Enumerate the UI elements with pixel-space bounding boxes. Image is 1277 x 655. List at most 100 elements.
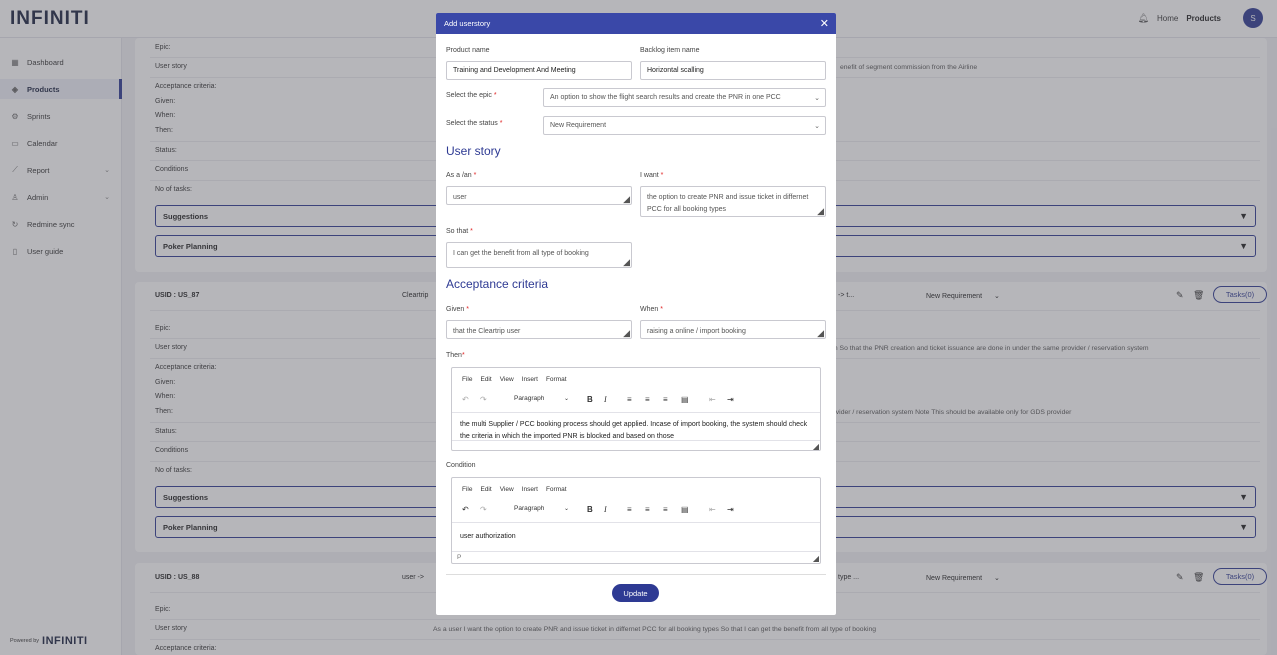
editor-divider bbox=[452, 551, 820, 552]
editor-toolbar: ↶ ↷ Paragraph ⌄ B I ≡ ≡ ≡ ▤ ⇤ ⇥ bbox=[462, 505, 817, 517]
required-marker: * bbox=[660, 172, 664, 179]
editor-toolbar: ↶ ↷ Paragraph ⌄ B I ≡ ≡ ≡ ▤ ⇤ ⇥ bbox=[462, 395, 817, 407]
chevron-down-icon: ⌄ bbox=[814, 122, 820, 130]
as-a-label-text: As a /an bbox=[446, 172, 472, 179]
align-center-icon[interactable]: ≡ bbox=[645, 505, 650, 514]
block-format-value: Paragraph bbox=[514, 505, 545, 512]
indent-icon[interactable]: ⇥ bbox=[727, 395, 734, 404]
menu-view[interactable]: View bbox=[500, 376, 514, 383]
redo-icon[interactable]: ↷ bbox=[480, 505, 487, 514]
outdent-icon[interactable]: ⇤ bbox=[709, 395, 716, 404]
as-a-textarea[interactable]: user ◢ bbox=[446, 186, 632, 205]
menu-edit[interactable]: Edit bbox=[480, 376, 491, 383]
epic-select[interactable]: An option to show the flight search resu… bbox=[543, 88, 826, 107]
editor-menubar: File Edit View Insert Format bbox=[462, 486, 567, 493]
menu-view[interactable]: View bbox=[500, 486, 514, 493]
bold-icon[interactable]: B bbox=[587, 395, 593, 404]
given-textarea[interactable]: that the Cleartrip user ◢ bbox=[446, 320, 632, 339]
when-label-text: When bbox=[640, 306, 659, 313]
update-button[interactable]: Update bbox=[612, 584, 659, 602]
then-label: Then* bbox=[446, 352, 465, 359]
status-select-value: New Requirement bbox=[550, 122, 607, 129]
backlog-item-label: Backlog item name bbox=[640, 47, 700, 54]
backlog-item-field[interactable]: Horizontal scalling bbox=[640, 61, 826, 80]
undo-icon[interactable]: ↶ bbox=[462, 395, 469, 404]
status-select[interactable]: New Requirement ⌄ bbox=[543, 116, 826, 135]
italic-icon[interactable]: I bbox=[604, 505, 607, 514]
align-left-icon[interactable]: ≡ bbox=[627, 395, 632, 404]
menu-insert[interactable]: Insert bbox=[522, 486, 538, 493]
modal-title: Add userstory bbox=[444, 19, 491, 28]
editor-divider bbox=[452, 522, 820, 523]
when-label: When * bbox=[640, 306, 663, 313]
menu-insert[interactable]: Insert bbox=[522, 376, 538, 383]
given-label: Given * bbox=[446, 306, 469, 313]
outdent-icon[interactable]: ⇤ bbox=[709, 505, 716, 514]
required-marker: * bbox=[466, 306, 469, 313]
chevron-down-icon: ⌄ bbox=[814, 94, 820, 102]
editor-statusbar-path: P bbox=[457, 554, 462, 561]
close-icon[interactable]: ✕ bbox=[820, 17, 829, 30]
block-format-select[interactable]: Paragraph ⌄ bbox=[508, 395, 572, 407]
menu-format[interactable]: Format bbox=[546, 486, 567, 493]
then-editor-content[interactable]: the multi Supplier / PCC booking process… bbox=[460, 419, 810, 442]
as-a-value: user bbox=[453, 194, 467, 201]
when-value: raising a online / import booking bbox=[647, 328, 746, 335]
modal-header: Add userstory ✕ bbox=[436, 13, 836, 34]
given-label-text: Given bbox=[446, 306, 465, 313]
resize-handle-icon[interactable]: ◢ bbox=[623, 258, 630, 267]
given-value: that the Cleartrip user bbox=[453, 328, 521, 335]
required-marker: * bbox=[660, 306, 663, 313]
align-justify-icon[interactable]: ▤ bbox=[681, 395, 689, 404]
editor-menubar: File Edit View Insert Format bbox=[462, 376, 567, 383]
resize-handle-icon[interactable]: ◢ bbox=[817, 207, 824, 216]
resize-handle-icon[interactable]: ◢ bbox=[813, 442, 819, 451]
condition-editor-content[interactable]: user authorization bbox=[460, 531, 810, 544]
required-marker: * bbox=[499, 120, 503, 127]
align-left-icon[interactable]: ≡ bbox=[627, 505, 632, 514]
required-marker: * bbox=[461, 352, 465, 359]
i-want-textarea[interactable]: the option to create PNR and issue ticke… bbox=[640, 186, 826, 217]
when-textarea[interactable]: raising a online / import booking ◢ bbox=[640, 320, 826, 339]
redo-icon[interactable]: ↷ bbox=[480, 395, 487, 404]
block-format-value: Paragraph bbox=[514, 395, 545, 402]
indent-icon[interactable]: ⇥ bbox=[727, 505, 734, 514]
so-that-label-text: So that bbox=[446, 228, 469, 235]
resize-handle-icon[interactable]: ◢ bbox=[623, 195, 630, 204]
menu-edit[interactable]: Edit bbox=[480, 486, 491, 493]
condition-rich-editor: File Edit View Insert Format ↶ ↷ Paragra… bbox=[451, 477, 821, 564]
required-marker: * bbox=[473, 172, 477, 179]
chevron-down-icon: ⌄ bbox=[563, 396, 569, 402]
chevron-down-icon: ⌄ bbox=[563, 506, 569, 512]
undo-icon[interactable]: ↶ bbox=[462, 505, 469, 514]
align-right-icon[interactable]: ≡ bbox=[663, 395, 668, 404]
resize-handle-icon[interactable]: ◢ bbox=[817, 329, 824, 338]
epic-select-label-text: Select the epic bbox=[446, 92, 492, 99]
bold-icon[interactable]: B bbox=[587, 505, 593, 514]
then-rich-editor: File Edit View Insert Format ↶ ↷ Paragra… bbox=[451, 367, 821, 451]
status-select-label-text: Select the status bbox=[446, 120, 498, 127]
menu-file[interactable]: File bbox=[462, 376, 472, 383]
editor-divider bbox=[452, 440, 820, 441]
menu-file[interactable]: File bbox=[462, 486, 472, 493]
required-marker: * bbox=[470, 228, 473, 235]
block-format-select[interactable]: Paragraph ⌄ bbox=[508, 505, 572, 517]
resize-handle-icon[interactable]: ◢ bbox=[813, 554, 819, 563]
then-label-text: Then bbox=[446, 352, 462, 359]
product-name-label: Product name bbox=[446, 47, 490, 54]
so-that-textarea[interactable]: I can get the benefit from all type of b… bbox=[446, 242, 632, 268]
epic-select-label: Select the epic * bbox=[446, 92, 497, 99]
editor-divider bbox=[452, 412, 820, 413]
so-that-label: So that * bbox=[446, 228, 473, 235]
i-want-value: the option to create PNR and issue ticke… bbox=[647, 194, 809, 213]
align-right-icon[interactable]: ≡ bbox=[663, 505, 668, 514]
align-justify-icon[interactable]: ▤ bbox=[681, 505, 689, 514]
italic-icon[interactable]: I bbox=[604, 395, 607, 404]
align-center-icon[interactable]: ≡ bbox=[645, 395, 650, 404]
i-want-label-text: I want bbox=[640, 172, 659, 179]
i-want-label: I want * bbox=[640, 172, 663, 179]
menu-format[interactable]: Format bbox=[546, 376, 567, 383]
user-story-heading: User story bbox=[446, 144, 501, 158]
product-name-field[interactable]: Training and Development And Meeting bbox=[446, 61, 632, 80]
resize-handle-icon[interactable]: ◢ bbox=[623, 329, 630, 338]
